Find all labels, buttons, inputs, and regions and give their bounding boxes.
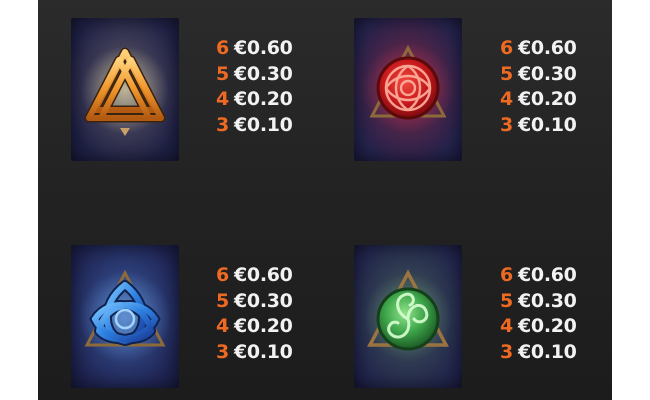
- payout-row: 3 €0.10: [216, 340, 326, 366]
- payout-amount: €0.60: [234, 37, 293, 59]
- payout-amount: €0.20: [518, 88, 577, 110]
- payout-amount: €0.10: [234, 340, 293, 363]
- payout-row: 4 €0.20: [500, 87, 610, 113]
- symbol-count: 4: [500, 88, 513, 110]
- payout-amount: €0.10: [234, 113, 293, 136]
- symbol-count: 4: [500, 315, 513, 337]
- payout-row: 4 €0.20: [216, 314, 326, 340]
- payout-amount: €0.30: [518, 289, 577, 312]
- symbol-count: 4: [216, 315, 229, 337]
- payout-row: 6 €0.60: [216, 263, 326, 289]
- symbol-count: 6: [216, 264, 229, 286]
- triquetra-icon: [79, 269, 171, 363]
- symbol-card-green-triskelion[interactable]: [354, 245, 462, 388]
- symbol-count: 3: [216, 340, 229, 363]
- symbol-count: 3: [500, 113, 513, 136]
- paytable-green-triskelion: 6 €0.60 5 €0.30 4 €0.20 3 €0.10: [500, 263, 610, 365]
- symbol-card-blue-triquetra[interactable]: [71, 245, 179, 388]
- symbol-count: 5: [500, 289, 513, 312]
- symbol-count: 6: [500, 37, 513, 59]
- payout-row: 4 €0.20: [216, 87, 326, 113]
- symbol-count: 5: [216, 289, 229, 312]
- triskelion-icon: [364, 269, 452, 361]
- payout-amount: €0.20: [234, 315, 293, 337]
- symbol-count: 6: [216, 37, 229, 59]
- symbol-count: 3: [216, 113, 229, 136]
- paytable-valknut: 6 €0.60 5 €0.30 4 €0.20 3 €0.10: [216, 36, 326, 138]
- payout-row: 5 €0.30: [500, 289, 610, 315]
- payout-amount: €0.60: [518, 264, 577, 286]
- payout-row: 3 €0.10: [216, 113, 326, 139]
- valknut-icon: [81, 46, 169, 136]
- payout-row: 5 €0.30: [216, 289, 326, 315]
- payout-amount: €0.20: [518, 315, 577, 337]
- symbol-count: 5: [216, 62, 229, 85]
- symbol-count: 4: [216, 88, 229, 110]
- payout-amount: €0.10: [518, 113, 577, 136]
- payout-row: 5 €0.30: [216, 62, 326, 88]
- symbol-count: 6: [500, 264, 513, 286]
- payout-amount: €0.30: [518, 62, 577, 85]
- symbol-count: 3: [500, 340, 513, 363]
- symbol-card-valknut[interactable]: [71, 18, 179, 161]
- payout-amount: €0.60: [234, 264, 293, 286]
- paytable-blue-triquetra: 6 €0.60 5 €0.30 4 €0.20 3 €0.10: [216, 263, 326, 365]
- payout-row: 5 €0.30: [500, 62, 610, 88]
- symbol-count: 5: [500, 62, 513, 85]
- payout-amount: €0.10: [518, 340, 577, 363]
- payout-row: 6 €0.60: [500, 36, 610, 62]
- paytable-red-celtic-knot: 6 €0.60 5 €0.30 4 €0.20 3 €0.10: [500, 36, 610, 138]
- payout-row: 3 €0.10: [500, 113, 610, 139]
- symbol-card-red-celtic-knot[interactable]: [354, 18, 462, 161]
- payout-amount: €0.30: [234, 289, 293, 312]
- payout-row: 6 €0.60: [216, 36, 326, 62]
- payout-row: 4 €0.20: [500, 314, 610, 340]
- payout-row: 3 €0.10: [500, 340, 610, 366]
- payout-row: 6 €0.60: [500, 263, 610, 289]
- celtic-knot-circle-icon: [362, 42, 454, 134]
- payout-amount: €0.30: [234, 62, 293, 85]
- payout-amount: €0.20: [234, 88, 293, 110]
- payout-amount: €0.60: [518, 37, 577, 59]
